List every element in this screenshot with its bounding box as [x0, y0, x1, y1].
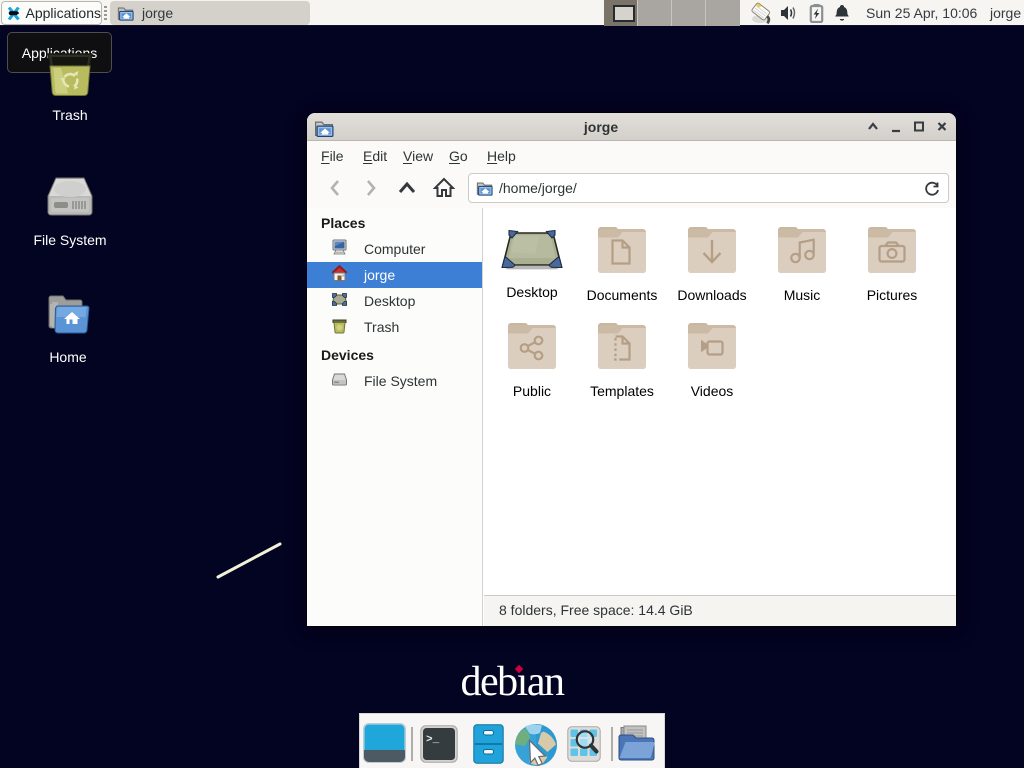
svg-text:>_: >_ [426, 734, 440, 746]
